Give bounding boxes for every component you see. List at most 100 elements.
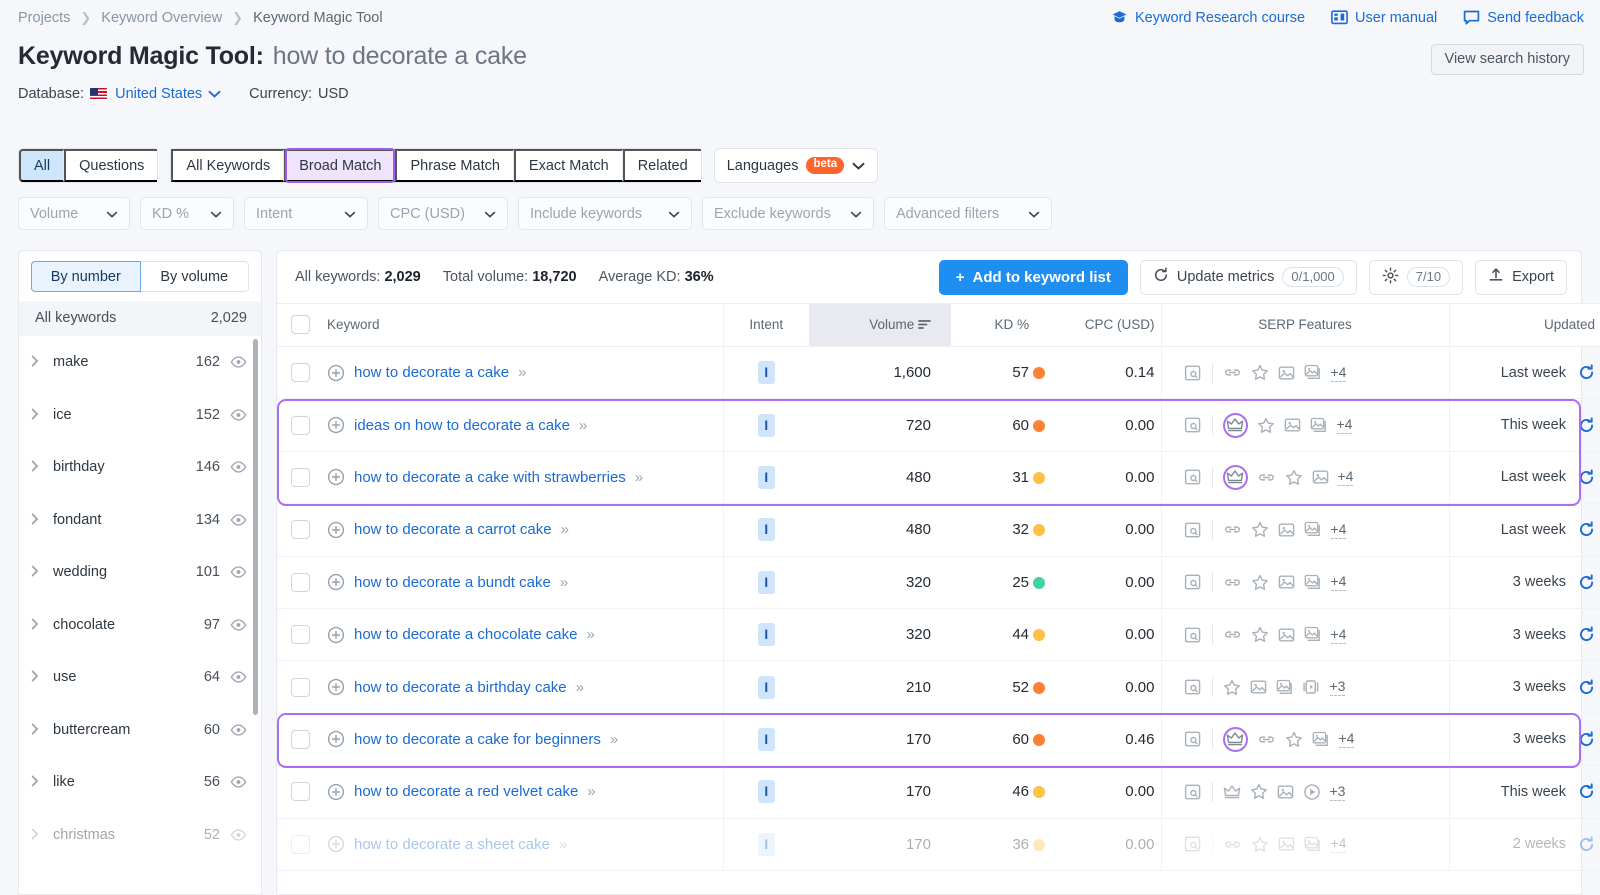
sidebar-group-item[interactable]: buttercream 60 (19, 704, 261, 757)
image-pack-icon[interactable] (1284, 417, 1301, 433)
image-pack-icon[interactable] (1278, 522, 1295, 538)
table-row[interactable]: how to decorate a cake » I 1,600 57 0.14 +4 Las… (277, 346, 1600, 400)
row-refresh-icon[interactable] (1578, 364, 1595, 381)
reviews-icon[interactable] (1251, 574, 1269, 591)
add-keyword-icon[interactable] (327, 678, 345, 696)
intent-badge[interactable]: I (757, 465, 775, 489)
filter-exclude-keywords[interactable]: Exclude keywords (702, 197, 874, 230)
row-refresh-icon[interactable] (1578, 783, 1595, 800)
double-chevron-right-icon[interactable]: » (518, 364, 526, 381)
keyword-link[interactable]: how to decorate a red velvet cake (354, 783, 578, 800)
image-pack-icon[interactable] (1278, 836, 1295, 852)
serp-more-count[interactable]: +4 (1338, 730, 1355, 749)
serp-more-count[interactable]: +4 (1336, 416, 1353, 435)
column-header-serp-features[interactable]: SERP Features (1160, 303, 1449, 347)
intent-badge[interactable]: I (757, 832, 775, 856)
row-checkbox[interactable] (290, 415, 310, 435)
eye-icon[interactable] (230, 724, 247, 736)
eye-icon[interactable] (230, 461, 247, 473)
images-icon[interactable] (1304, 626, 1322, 643)
reviews-icon[interactable] (1223, 679, 1241, 696)
eye-icon[interactable] (230, 671, 247, 683)
sidebar-group-item[interactable]: fondant 134 (19, 494, 261, 547)
add-keyword-icon[interactable] (327, 626, 345, 644)
sitelinks-icon[interactable] (1257, 733, 1276, 746)
eye-icon[interactable] (230, 776, 247, 788)
intent-badge[interactable]: I (757, 780, 775, 804)
eye-icon[interactable] (230, 409, 247, 421)
chevron-right-icon[interactable] (31, 774, 53, 790)
sidebar-group-item[interactable]: wedding 101 (19, 546, 261, 599)
table-row[interactable]: how to decorate a bundt cake » I 320 25 0.00 +… (277, 556, 1600, 609)
column-header-updated[interactable]: Updated (1448, 303, 1600, 347)
serp-more-count[interactable]: +4 (1330, 521, 1347, 539)
images-icon[interactable] (1304, 836, 1322, 853)
row-refresh-icon[interactable] (1578, 469, 1595, 486)
filter-kd[interactable]: KD % (140, 197, 234, 230)
tab-phrase-match[interactable]: Phrase Match (395, 149, 514, 182)
featured-snippet-icon[interactable] (1223, 784, 1241, 800)
serp-more-count[interactable]: +4 (1330, 573, 1347, 592)
keyword-link[interactable]: how to decorate a sheet cake (354, 836, 550, 853)
sidebar-group-item[interactable]: chocolate 97 (19, 599, 261, 652)
images-icon[interactable] (1310, 417, 1328, 434)
add-keyword-icon[interactable] (327, 416, 345, 434)
row-refresh-icon[interactable] (1578, 678, 1595, 696)
table-settings-button[interactable]: 7/10 (1368, 259, 1464, 295)
video-icon[interactable] (1303, 783, 1321, 801)
table-row[interactable]: how to decorate a cake for beginners » I 17… (277, 713, 1600, 767)
intent-badge[interactable]: I (757, 727, 775, 751)
row-checkbox[interactable] (290, 520, 310, 540)
serp-preview-icon[interactable] (1184, 364, 1202, 382)
double-chevron-right-icon[interactable]: » (587, 783, 595, 800)
keyword-link[interactable]: how to decorate a carrot cake (354, 521, 552, 538)
video-carousel-icon[interactable] (1302, 679, 1321, 695)
reviews-icon[interactable] (1251, 626, 1269, 643)
send-feedback-link[interactable]: Send feedback (1463, 10, 1584, 26)
image-pack-icon[interactable] (1278, 574, 1295, 590)
export-button[interactable]: Export (1475, 259, 1567, 295)
chevron-right-icon[interactable] (31, 459, 53, 475)
double-chevron-right-icon[interactable]: » (586, 626, 594, 643)
tab-all[interactable]: All (19, 149, 65, 182)
column-header-kd[interactable]: KD % (951, 303, 1033, 347)
chevron-right-icon[interactable] (31, 564, 53, 580)
column-header-intent[interactable]: Intent (722, 303, 809, 347)
column-header-volume[interactable]: Volume (809, 303, 951, 347)
tab-all-keywords[interactable]: All Keywords (171, 149, 285, 182)
double-chevron-right-icon[interactable]: » (579, 417, 587, 434)
keyword-link[interactable]: how to decorate a cake with strawberries (354, 469, 626, 486)
intent-badge[interactable]: I (757, 361, 775, 385)
table-row[interactable]: how to decorate a birthday cake » I 210 52 0.… (277, 660, 1600, 714)
reviews-icon[interactable] (1251, 521, 1269, 538)
intent-badge[interactable]: I (757, 675, 775, 699)
keyword-link[interactable]: how to decorate a chocolate cake (354, 626, 577, 643)
table-row[interactable]: how to decorate a red velvet cake » I 170 46… (277, 765, 1600, 819)
keyword-link[interactable]: how to decorate a cake for beginners (354, 731, 601, 748)
row-refresh-icon[interactable] (1578, 626, 1595, 643)
keyword-link[interactable]: ideas on how to decorate a cake (354, 417, 570, 434)
filter-include-keywords[interactable]: Include keywords (518, 197, 692, 230)
serp-more-count[interactable]: +4 (1330, 626, 1347, 644)
serp-more-count[interactable]: +4 (1330, 835, 1347, 854)
table-row[interactable]: ideas on how to decorate a cake » I 720 60 0.… (277, 398, 1600, 452)
breadcrumb-keyword-overview[interactable]: Keyword Overview (101, 10, 222, 26)
table-row[interactable]: how to decorate a cake with strawberries… (277, 451, 1600, 505)
double-chevron-right-icon[interactable]: » (610, 731, 618, 748)
eye-icon[interactable] (230, 356, 247, 368)
row-refresh-icon[interactable] (1578, 416, 1595, 434)
filter-cpc[interactable]: CPC (USD) (378, 197, 508, 230)
double-chevron-right-icon[interactable]: » (561, 521, 569, 538)
serp-preview-icon[interactable] (1184, 835, 1202, 853)
image-pack-icon[interactable] (1278, 365, 1295, 381)
breadcrumb-projects[interactable]: Projects (18, 10, 70, 26)
serp-more-count[interactable]: +4 (1337, 468, 1354, 487)
filter-volume[interactable]: Volume (18, 197, 130, 230)
chevron-down-icon[interactable] (208, 86, 221, 102)
image-pack-icon[interactable] (1277, 784, 1294, 800)
serp-preview-icon[interactable] (1184, 416, 1202, 434)
image-pack-icon[interactable] (1278, 627, 1295, 643)
serp-preview-icon[interactable] (1184, 730, 1202, 748)
select-all-checkbox[interactable] (290, 315, 310, 334)
table-row[interactable]: how to decorate a chocolate cake » I 320 44 0… (277, 608, 1600, 662)
